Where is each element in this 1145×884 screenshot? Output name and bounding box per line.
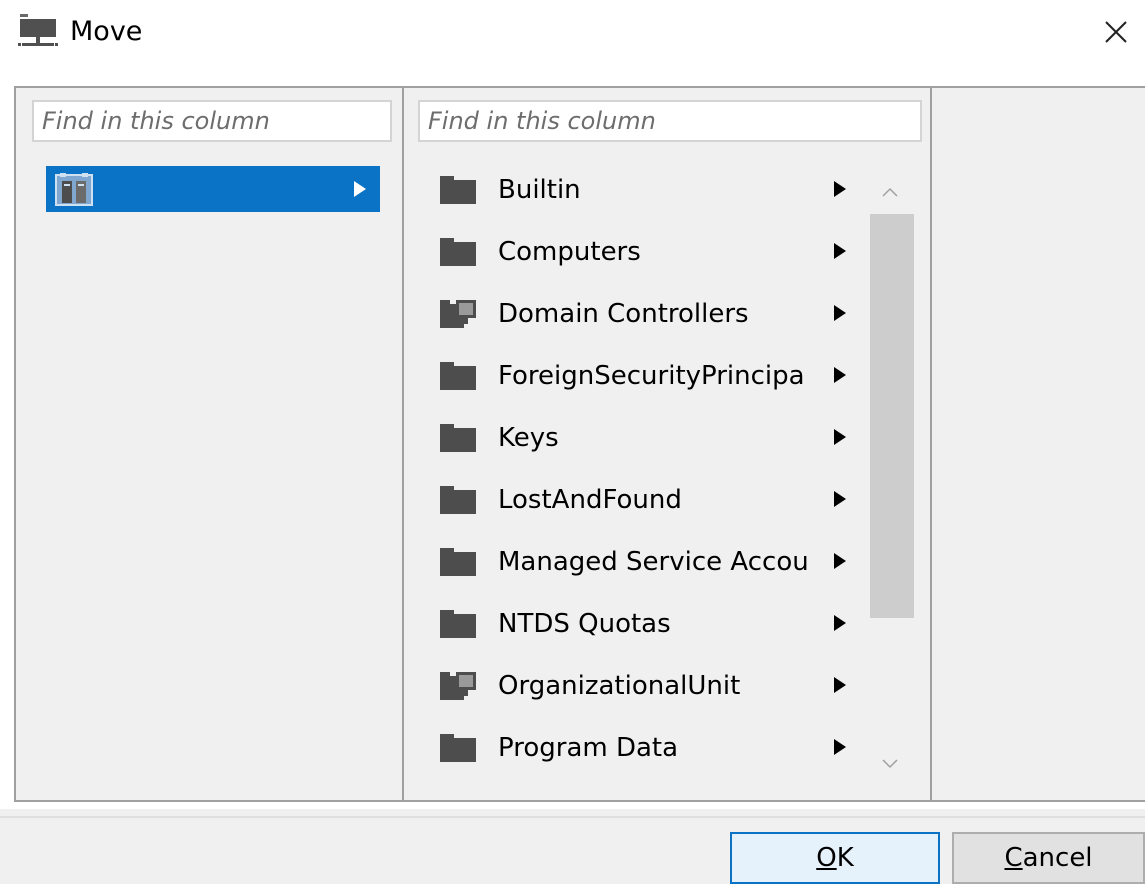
list-item-label: Domain Controllers bbox=[498, 299, 749, 329]
column-browser: Builtin Computers Domain Controllers For… bbox=[14, 86, 1145, 802]
list-item-label: Managed Service Accou bbox=[498, 547, 809, 577]
list-item-domain-controllers[interactable]: Domain Controllers bbox=[426, 284, 846, 344]
folder-icon bbox=[440, 486, 476, 514]
list-item-organizational-unit[interactable]: OrganizationalUnit bbox=[426, 656, 846, 716]
expand-arrow-icon bbox=[834, 305, 846, 321]
footer-divider bbox=[0, 816, 1145, 818]
list-item-builtin[interactable]: Builtin bbox=[426, 160, 846, 220]
folder-icon bbox=[440, 362, 476, 390]
list-item-label: LostAndFound bbox=[498, 485, 682, 515]
folder-icon bbox=[440, 610, 476, 638]
window-title: Move bbox=[70, 16, 143, 47]
list-item-lost-and-found[interactable]: LostAndFound bbox=[426, 470, 846, 530]
computer-network-icon bbox=[18, 14, 58, 46]
expand-arrow-icon bbox=[834, 367, 846, 383]
folder-icon bbox=[440, 238, 476, 266]
expand-arrow-icon bbox=[834, 739, 846, 755]
list-item-label: Builtin bbox=[498, 175, 581, 205]
middle-column-search-input[interactable] bbox=[418, 100, 922, 142]
container-list: Builtin Computers Domain Controllers For… bbox=[426, 160, 846, 780]
vertical-scrollbar[interactable] bbox=[866, 168, 914, 780]
list-item-label: Program Data bbox=[498, 733, 679, 763]
domain-root-item[interactable] bbox=[46, 166, 380, 212]
folder-icon bbox=[440, 734, 476, 762]
list-item-label: NTDS Quotas bbox=[498, 609, 671, 639]
expand-arrow-icon bbox=[834, 615, 846, 631]
middle-column: Builtin Computers Domain Controllers For… bbox=[406, 88, 932, 800]
list-item-program-data[interactable]: Program Data bbox=[426, 718, 846, 778]
list-item-label: Keys bbox=[498, 423, 559, 453]
expand-arrow-icon bbox=[834, 491, 846, 507]
expand-arrow-icon bbox=[834, 677, 846, 693]
folder-icon bbox=[440, 548, 476, 576]
list-item-foreign-security-principals[interactable]: ForeignSecurityPrincipa bbox=[426, 346, 846, 406]
scroll-up-icon[interactable] bbox=[880, 184, 900, 200]
left-column bbox=[16, 88, 404, 800]
cancel-button[interactable]: Cancel bbox=[952, 832, 1145, 884]
folder-icon bbox=[440, 424, 476, 452]
scroll-thumb[interactable] bbox=[870, 214, 914, 618]
close-icon[interactable] bbox=[1098, 14, 1134, 50]
left-column-search-input[interactable] bbox=[32, 100, 392, 142]
expand-arrow-icon bbox=[834, 553, 846, 569]
title-bar: Move bbox=[0, 0, 1145, 64]
expand-arrow-icon bbox=[834, 243, 846, 259]
expand-arrow-icon bbox=[834, 181, 846, 197]
ok-button[interactable]: OK bbox=[730, 832, 940, 884]
list-item-computers[interactable]: Computers bbox=[426, 222, 846, 282]
list-item-ntds-quotas[interactable]: NTDS Quotas bbox=[426, 594, 846, 654]
expand-arrow-icon bbox=[354, 181, 366, 197]
ou-folder-icon bbox=[440, 672, 476, 700]
list-item-managed-service-accounts[interactable]: Managed Service Accou bbox=[426, 532, 846, 592]
list-item-label: OrganizationalUnit bbox=[498, 671, 741, 701]
folder-icon bbox=[440, 176, 476, 204]
domain-icon bbox=[55, 173, 93, 206]
list-item-keys[interactable]: Keys bbox=[426, 408, 846, 468]
list-item-label: Computers bbox=[498, 237, 641, 267]
ou-folder-icon bbox=[440, 300, 476, 328]
list-item-label: ForeignSecurityPrincipa bbox=[498, 361, 805, 391]
scroll-down-icon[interactable] bbox=[880, 756, 900, 772]
expand-arrow-icon bbox=[834, 429, 846, 445]
right-column bbox=[934, 88, 1145, 800]
